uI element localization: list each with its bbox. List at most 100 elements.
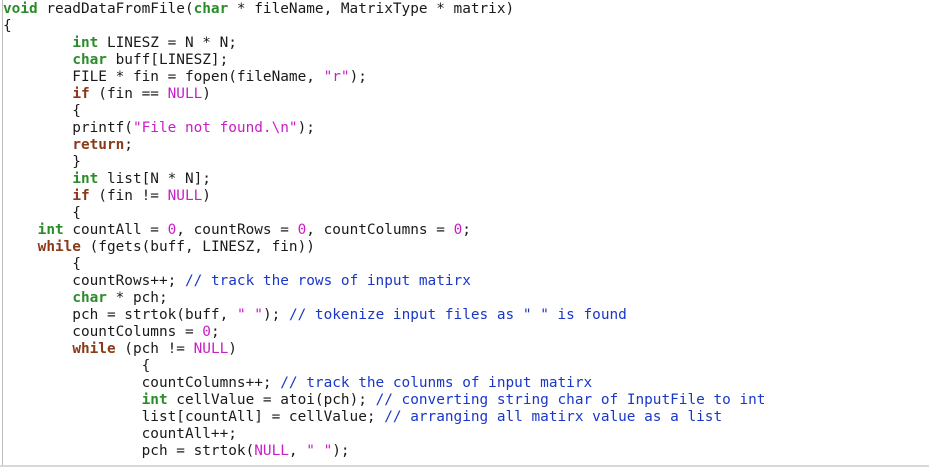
code-token-plain: { [3, 103, 81, 119]
code-line[interactable]: char buff[LINESZ]; [3, 52, 929, 69]
code-token-constant: NULL [193, 341, 229, 357]
code-line[interactable]: while (pch != NULL) [3, 341, 929, 358]
code-token-plain: * pch; [106, 290, 168, 306]
code-token-plain: { [3, 358, 151, 374]
code-line[interactable]: printf("File not found.\n"); [3, 120, 929, 137]
code-token-number: 0 [297, 222, 307, 238]
code-token-plain: ; [124, 137, 133, 153]
code-token-keyword: while [72, 341, 116, 357]
code-line[interactable]: countRows++; // track the rows of input … [3, 273, 929, 290]
code-line[interactable]: { [3, 18, 929, 35]
code-token-plain: { [3, 256, 81, 272]
code-line[interactable]: countAll++; [3, 426, 929, 443]
code-token-keyword: return [72, 137, 125, 153]
code-token-comment: // track the colunms of input matirx [280, 375, 593, 391]
code-token-plain: ); [297, 120, 315, 136]
code-line[interactable]: list[countAll] = cellValue; // arranging… [3, 409, 929, 426]
code-line[interactable]: pch = strtok(buff, " "); // tokenize inp… [3, 307, 929, 324]
code-token-plain: countRows++; [3, 273, 185, 289]
code-token-plain: (fin != [89, 188, 168, 204]
code-token-plain: ) [228, 341, 237, 357]
code-token-string: " " [306, 443, 333, 459]
code-line[interactable]: int list[N * N]; [3, 171, 929, 188]
code-token-type: char [193, 1, 229, 17]
code-token-plain: * fileName, MatrixType * matrix) [228, 1, 515, 17]
code-token-plain: { [3, 205, 81, 221]
code-token-keyword: if [72, 188, 90, 204]
code-token-plain: countColumns = [3, 324, 203, 340]
code-token-plain: (pch != [115, 341, 194, 357]
code-area[interactable]: void readDataFromFile(char * fileName, M… [3, 1, 929, 460]
code-line[interactable]: void readDataFromFile(char * fileName, M… [3, 1, 929, 18]
code-token-plain: ) [202, 86, 211, 102]
code-token-plain: pch = strtok(buff, [3, 307, 237, 323]
code-line[interactable]: } [3, 154, 929, 171]
code-token-plain: countAll++; [3, 426, 237, 442]
code-token-type: int [72, 35, 99, 51]
code-token-type: void [3, 1, 38, 17]
code-line[interactable]: int LINESZ = N * N; [3, 35, 929, 52]
code-token-plain: countAll = [63, 222, 168, 238]
code-token-plain: , countRows = [176, 222, 298, 238]
code-token-plain: { [3, 18, 12, 34]
code-line[interactable]: int cellValue = atoi(pch); // converting… [3, 392, 929, 409]
code-token-plain: buff[LINESZ]; [106, 52, 229, 68]
code-token-plain: readDataFromFile( [37, 1, 194, 17]
code-token-type: char [72, 290, 107, 306]
code-token-string: " " [236, 307, 263, 323]
code-token-type: int [141, 392, 168, 408]
code-token-plain: ; [462, 222, 471, 238]
code-line[interactable]: countColumns = 0; [3, 324, 929, 341]
code-token-plain: , [288, 443, 307, 459]
code-line[interactable]: { [3, 358, 929, 375]
code-line[interactable]: pch = strtok(NULL, " "); [3, 443, 929, 460]
code-token-comment: // track the rows of input matirx [184, 273, 471, 289]
code-line[interactable]: if (fin != NULL) [3, 188, 929, 205]
code-editor[interactable]: void readDataFromFile(char * fileName, M… [0, 0, 929, 467]
code-token-plain: FILE * fin = fopen(fileName, [3, 69, 324, 85]
code-line[interactable]: { [3, 256, 929, 273]
code-token-plain: (fgets(buff, LINESZ, fin)) [80, 239, 315, 255]
code-token-number: 0 [167, 222, 177, 238]
code-line[interactable]: char * pch; [3, 290, 929, 307]
code-token-keyword: while [37, 239, 81, 255]
code-token-plain: pch = strtok( [3, 443, 255, 459]
code-token-comment: // converting string char of InputFile t… [375, 392, 766, 408]
code-token-plain: ); [349, 69, 367, 85]
code-token-string: "r" [323, 69, 350, 85]
code-token-constant: NULL [254, 443, 289, 459]
code-line[interactable]: countColumns++; // track the colunms of … [3, 375, 929, 392]
code-token-constant: NULL [167, 188, 203, 204]
code-token-string: "File not found.\n" [132, 120, 298, 136]
code-line[interactable]: return; [3, 137, 929, 154]
code-line[interactable]: while (fgets(buff, LINESZ, fin)) [3, 239, 929, 256]
code-token-plain: ; [210, 324, 220, 340]
code-token-number: 0 [202, 324, 211, 340]
code-token-constant: NULL [167, 86, 203, 102]
code-token-plain: ); [262, 307, 289, 323]
code-token-plain: , countColumns = [306, 222, 454, 238]
code-line[interactable]: FILE * fin = fopen(fileName, "r"); [3, 69, 929, 86]
code-line[interactable]: { [3, 205, 929, 222]
code-line[interactable]: { [3, 103, 929, 120]
code-token-number: 0 [453, 222, 463, 238]
code-line[interactable]: if (fin == NULL) [3, 86, 929, 103]
code-token-plain: countColumns++; [3, 375, 281, 391]
code-token-keyword: if [72, 86, 90, 102]
code-token-plain: ); [332, 443, 350, 459]
code-token-plain: ) [202, 188, 211, 204]
code-token-type: int [72, 171, 99, 187]
code-token-comment: // arranging all matirx value as a list [384, 409, 723, 425]
code-token-plain: LINESZ = N * N; [98, 35, 237, 51]
code-line[interactable]: int countAll = 0, countRows = 0, countCo… [3, 222, 929, 239]
